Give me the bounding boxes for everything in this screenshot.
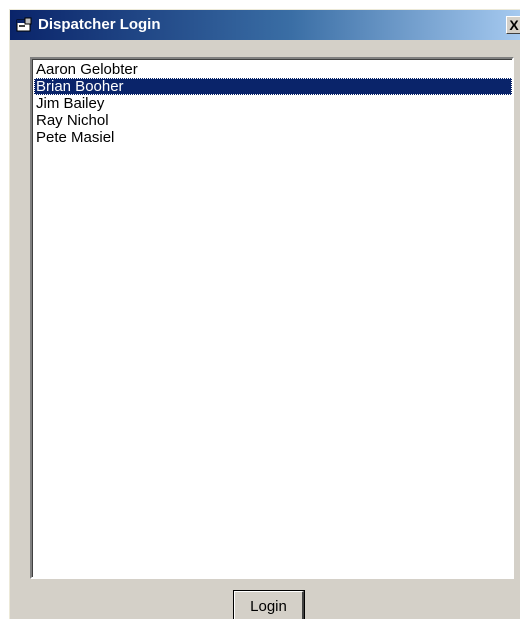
list-item[interactable]: Ray Nichol — [34, 112, 512, 129]
list-item[interactable]: Aaron Gelobter — [34, 61, 512, 78]
list-item[interactable]: Pete Masiel — [34, 129, 512, 146]
close-button[interactable]: X — [506, 16, 520, 34]
window-title: Dispatcher Login — [38, 16, 161, 33]
app-window-icon — [16, 17, 32, 33]
dispatcher-listbox[interactable]: Aaron Gelobter Brian Booher Jim Bailey R… — [30, 57, 514, 579]
title-bar[interactable]: Dispatcher Login X — [10, 10, 520, 40]
login-button[interactable]: Login — [234, 591, 304, 619]
list-item[interactable]: Jim Bailey — [34, 95, 512, 112]
dispatcher-login-window: Dispatcher Login X Aaron Gelobter Brian … — [9, 9, 520, 619]
close-icon: X — [509, 17, 519, 33]
list-item-selected[interactable]: Brian Booher — [34, 78, 512, 95]
